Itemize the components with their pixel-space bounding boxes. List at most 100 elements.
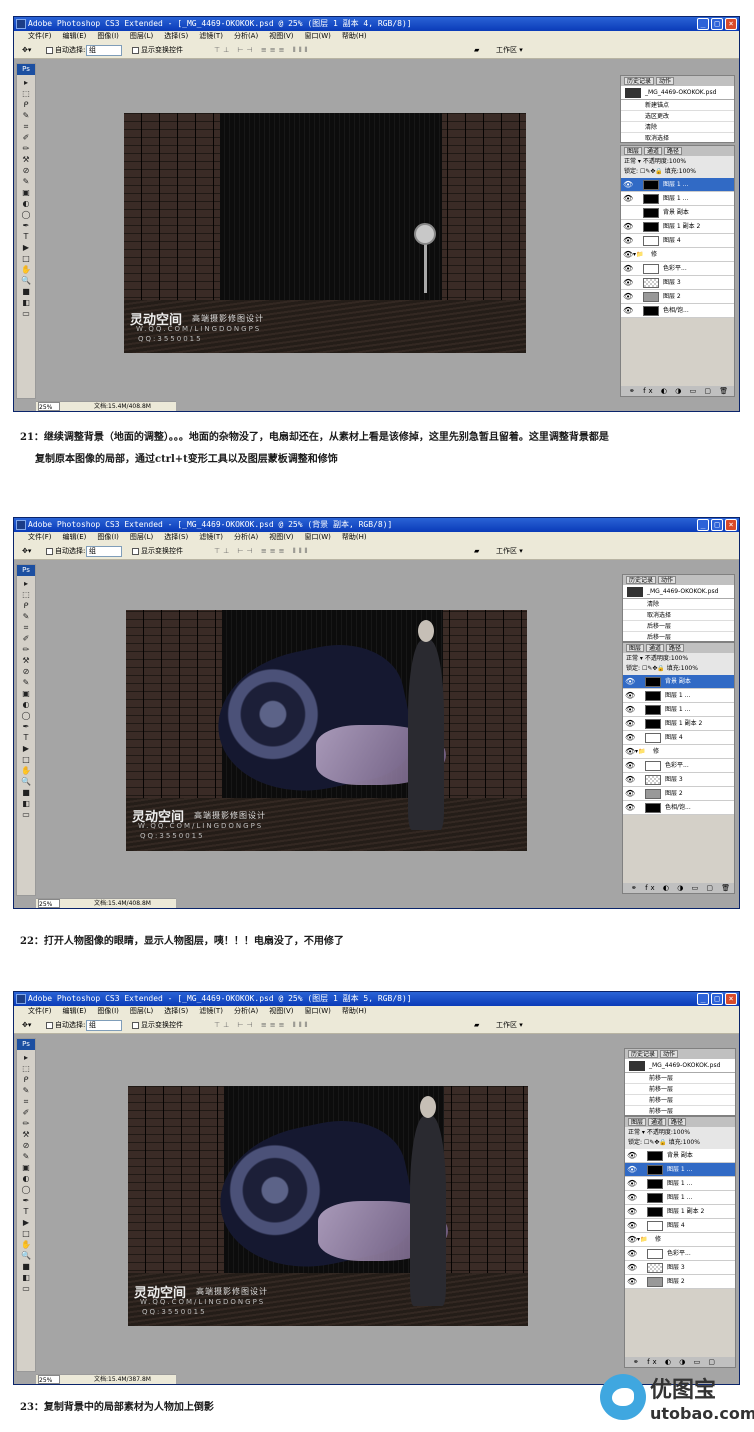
layer-panel-buttons[interactable]: ⚭ fx ◐ ◑ ▭ ▢ 🗑 <box>623 883 734 893</box>
layer-row[interactable]: 👁 图层 4 <box>621 234 734 248</box>
screen-mode-icon[interactable]: ▭ <box>17 308 35 319</box>
blur-tool-icon[interactable]: ◯ <box>17 209 35 220</box>
eye-icon[interactable]: 👁 <box>623 262 633 276</box>
menu-filter[interactable]: 滤镜(T) <box>199 1006 223 1017</box>
opacity-input[interactable]: 100% <box>669 158 686 165</box>
move-tool-icon[interactable]: ✥▾ <box>22 42 31 59</box>
zoom-tool-icon[interactable]: 🔍 <box>17 776 35 787</box>
history-snapshot[interactable]: _MG_4469-OKOKOK.psd <box>625 1059 735 1073</box>
eye-icon[interactable]: 👁 <box>627 1163 637 1177</box>
eye-icon[interactable]: 👁 <box>625 759 635 773</box>
marquee-tool-icon[interactable]: ⬚ <box>17 88 35 99</box>
tab-paths[interactable]: 路径 <box>664 147 683 155</box>
eye-icon[interactable]: 👁 <box>625 717 635 731</box>
menu-select[interactable]: 选择(S) <box>164 1006 188 1017</box>
tab-layers[interactable]: 图层 <box>628 1118 647 1126</box>
menu-layer[interactable]: 图层(L) <box>130 31 153 42</box>
document-canvas[interactable]: 灵动空间 高端摄影修图设计 W.QQ.COM/LINGDONGPS QQ:355… <box>124 113 526 353</box>
shape-tool-icon[interactable]: □ <box>17 253 35 264</box>
menu-help[interactable]: 帮助(H) <box>342 532 367 543</box>
pen-tool-icon[interactable]: ✒ <box>17 721 35 732</box>
eye-icon[interactable]: 👁 <box>627 1219 637 1233</box>
eraser-tool-icon[interactable]: ⊘ <box>17 1140 35 1151</box>
workspace-button[interactable]: 工作区 ▾ <box>496 42 523 59</box>
brush-tool-icon[interactable]: ✏ <box>17 1118 35 1129</box>
menu-window[interactable]: 窗口(W) <box>304 1006 330 1017</box>
tab-paths[interactable]: 路径 <box>666 644 685 652</box>
screen-mode-icon[interactable]: ▭ <box>17 1283 35 1294</box>
history-item[interactable]: 后移一层 <box>623 621 734 632</box>
quick-mask-icon[interactable]: ◧ <box>17 1272 35 1283</box>
fill-input[interactable]: 100% <box>679 168 696 175</box>
zoom-field[interactable]: 25% <box>38 402 60 411</box>
color-swatch-icon[interactable]: ■ <box>17 787 35 798</box>
history-item[interactable]: 前移一层 <box>625 1106 735 1115</box>
menu-file[interactable]: 文件(F) <box>28 1006 52 1017</box>
layer-row[interactable]: 👁 图层 3 <box>625 1261 735 1275</box>
opacity-input[interactable]: 100% <box>673 1129 690 1136</box>
menu-help[interactable]: 帮助(H) <box>342 1006 367 1017</box>
history-brush-icon[interactable]: ✎ <box>17 677 35 688</box>
menu-view[interactable]: 视图(V) <box>269 532 293 543</box>
eye-icon[interactable]: 👁 <box>625 689 635 703</box>
menu-window[interactable]: 窗口(W) <box>304 31 330 42</box>
tab-channels[interactable]: 通道 <box>644 147 663 155</box>
menu-layer[interactable]: 图层(L) <box>130 1006 153 1017</box>
layer-row[interactable]: 👁 图层 1 ... <box>623 689 734 703</box>
menu-image[interactable]: 图像(I) <box>97 31 119 42</box>
history-item[interactable]: 前移一层 <box>625 1073 735 1084</box>
tab-layers[interactable]: 图层 <box>626 644 645 652</box>
marquee-tool-icon[interactable]: ⬚ <box>17 589 35 600</box>
quick-mask-icon[interactable]: ◧ <box>17 798 35 809</box>
layer-row[interactable]: 👁 ▾📁 修 <box>623 745 734 759</box>
layer-row[interactable]: 👁 图层 3 <box>623 773 734 787</box>
slice-tool-icon[interactable]: ✐ <box>17 633 35 644</box>
path-select-icon[interactable]: ▶ <box>17 743 35 754</box>
history-item[interactable]: 选区更改 <box>621 111 734 122</box>
layer-row[interactable]: 👁 ▾📁 修 <box>621 248 734 262</box>
eye-icon[interactable]: 👁 <box>627 1191 637 1205</box>
auto-select-checkbox[interactable]: 自动选择: <box>46 42 85 59</box>
screen-mode-icon[interactable]: ▭ <box>17 809 35 820</box>
hand-tool-icon[interactable]: ✋ <box>17 1239 35 1250</box>
dodge-tool-icon[interactable]: ◐ <box>17 1173 35 1184</box>
slice-tool-icon[interactable]: ✐ <box>17 1107 35 1118</box>
move-tool-icon[interactable]: ▸ <box>17 1052 35 1063</box>
align-icons[interactable]: ⊤⊥ ⊢⊣ ≡≡≡ ⫴⫴⫴ <box>214 543 310 560</box>
layer-row[interactable]: 👁 图层 2 <box>621 290 734 304</box>
stamp-tool-icon[interactable]: ⚒ <box>17 655 35 666</box>
move-tool-icon[interactable]: ✥▾ <box>22 1017 31 1034</box>
history-item[interactable]: 清除 <box>621 122 734 133</box>
layer-row[interactable]: 👁 色彩平... <box>621 262 734 276</box>
layer-row[interactable]: 👁 图层 2 <box>625 1275 735 1289</box>
menu-window[interactable]: 窗口(W) <box>304 532 330 543</box>
layer-row[interactable]: 👁 图层 3 <box>621 276 734 290</box>
tab-actions[interactable]: 动作 <box>660 1050 679 1058</box>
lasso-tool-icon[interactable]: ᑭ <box>17 1074 35 1085</box>
tab-history[interactable]: 历史记录 <box>624 77 655 85</box>
blend-mode-select[interactable]: 正常 <box>628 1129 640 1136</box>
align-icons[interactable]: ⊤⊥ ⊢⊣ ≡≡≡ ⫴⫴⫴ <box>214 1017 310 1034</box>
bridge-icon[interactable]: ▰ <box>474 1017 479 1034</box>
blur-tool-icon[interactable]: ◯ <box>17 710 35 721</box>
history-snapshot[interactable]: _MG_4469-OKOKOK.psd <box>621 86 734 100</box>
color-swatch-icon[interactable]: ■ <box>17 1261 35 1272</box>
auto-select-dropdown[interactable]: 组 <box>86 44 122 56</box>
stamp-tool-icon[interactable]: ⚒ <box>17 154 35 165</box>
crop-tool-icon[interactable]: ⌗ <box>17 622 35 633</box>
magic-wand-icon[interactable]: ✎ <box>17 611 35 622</box>
move-tool-icon[interactable]: ✥▾ <box>22 543 31 560</box>
fill-input[interactable]: 100% <box>681 665 698 672</box>
eye-icon[interactable]: 👁 <box>625 675 635 689</box>
close-button[interactable]: × <box>725 519 737 531</box>
layer-row[interactable]: 背景 副本 <box>621 206 734 220</box>
auto-select-checkbox[interactable]: 自动选择: <box>46 1017 85 1034</box>
quick-mask-icon[interactable]: ◧ <box>17 297 35 308</box>
eye-icon[interactable]: 👁 <box>627 1233 637 1247</box>
opacity-input[interactable]: 100% <box>671 655 688 662</box>
history-item[interactable]: 取消选择 <box>621 133 734 142</box>
history-item[interactable]: 前移一层 <box>625 1095 735 1106</box>
tab-channels[interactable]: 通道 <box>648 1118 667 1126</box>
history-brush-icon[interactable]: ✎ <box>17 176 35 187</box>
layer-row[interactable]: 👁 图层 1 副本 2 <box>623 717 734 731</box>
